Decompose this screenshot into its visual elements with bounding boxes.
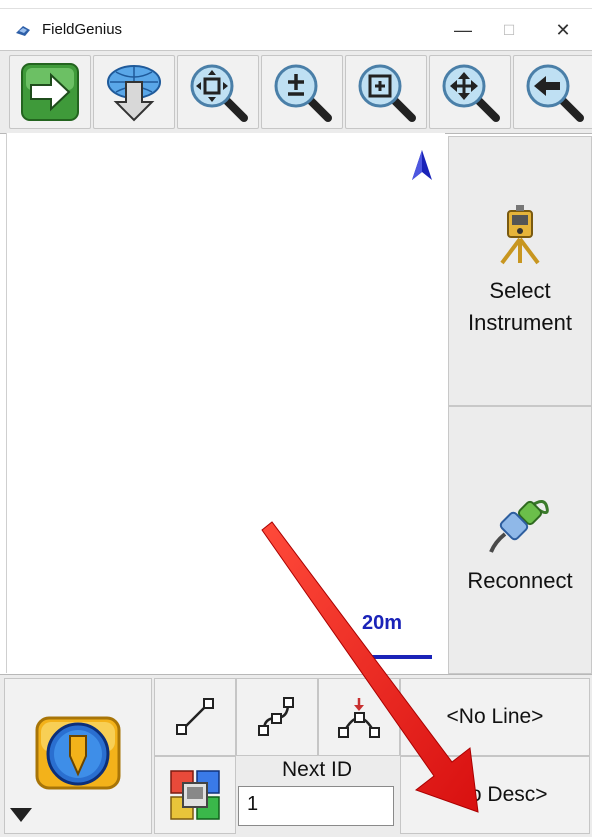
globe-down-arrow-icon bbox=[107, 65, 161, 122]
next-id-label: Next ID bbox=[281, 758, 352, 781]
scale-bar bbox=[352, 655, 432, 659]
fieldgenius-app-icon bbox=[16, 26, 30, 36]
zoom-window-icon bbox=[358, 64, 416, 122]
reconnect-label: Reconnect bbox=[467, 568, 573, 593]
globe-download-button[interactable] bbox=[93, 55, 175, 129]
layers-icon bbox=[170, 770, 220, 820]
pan-move-icon bbox=[442, 64, 500, 122]
line-tool-button[interactable] bbox=[154, 678, 236, 756]
arc-tool-button[interactable] bbox=[318, 678, 400, 756]
next-id-input[interactable]: 1 bbox=[238, 786, 394, 826]
layers-button[interactable] bbox=[154, 756, 236, 834]
zoom-extents-button[interactable] bbox=[177, 55, 259, 129]
zoom-back-icon bbox=[526, 64, 584, 122]
main-toolbar bbox=[0, 50, 592, 134]
curve-tool-button[interactable] bbox=[236, 678, 318, 756]
zoom-window-button[interactable] bbox=[345, 55, 427, 129]
zoom-previous-button[interactable] bbox=[513, 55, 592, 129]
no-line-button[interactable]: <No Line> bbox=[400, 678, 590, 756]
cable-connector-icon bbox=[489, 500, 549, 553]
scale-bar-label: 20m bbox=[362, 612, 403, 634]
line-segment-icon bbox=[176, 698, 214, 735]
north-arrow-icon bbox=[412, 150, 432, 180]
maximize-button[interactable]: ☐ bbox=[486, 13, 532, 47]
select-instrument-button[interactable]: Select Instrument bbox=[448, 136, 592, 406]
no-desc-button[interactable]: <No Desc> bbox=[400, 756, 590, 834]
plumb-bob-icon bbox=[35, 716, 121, 790]
dropdown-triangle-icon[interactable] bbox=[8, 806, 34, 824]
green-right-arrow-icon bbox=[21, 63, 79, 121]
zoom-plus-minus-icon bbox=[274, 64, 332, 122]
zoom-in-out-button[interactable] bbox=[261, 55, 343, 129]
total-station-icon bbox=[500, 205, 540, 265]
select-instrument-label: Select Instrument bbox=[468, 278, 572, 335]
go-forward-button[interactable] bbox=[9, 55, 91, 129]
map-view[interactable] bbox=[6, 133, 445, 673]
pan-button[interactable] bbox=[429, 55, 511, 129]
close-button[interactable]: ✕ bbox=[540, 13, 586, 47]
title-bar: FieldGenius — ☐ ✕ bbox=[0, 8, 592, 51]
window-title: FieldGenius bbox=[42, 21, 123, 38]
zoom-extents-icon bbox=[190, 64, 248, 122]
arc-points-icon bbox=[338, 698, 380, 738]
spline-curve-icon bbox=[258, 697, 294, 736]
reconnect-button[interactable]: Reconnect bbox=[448, 406, 592, 674]
minimize-button[interactable]: — bbox=[440, 13, 486, 47]
